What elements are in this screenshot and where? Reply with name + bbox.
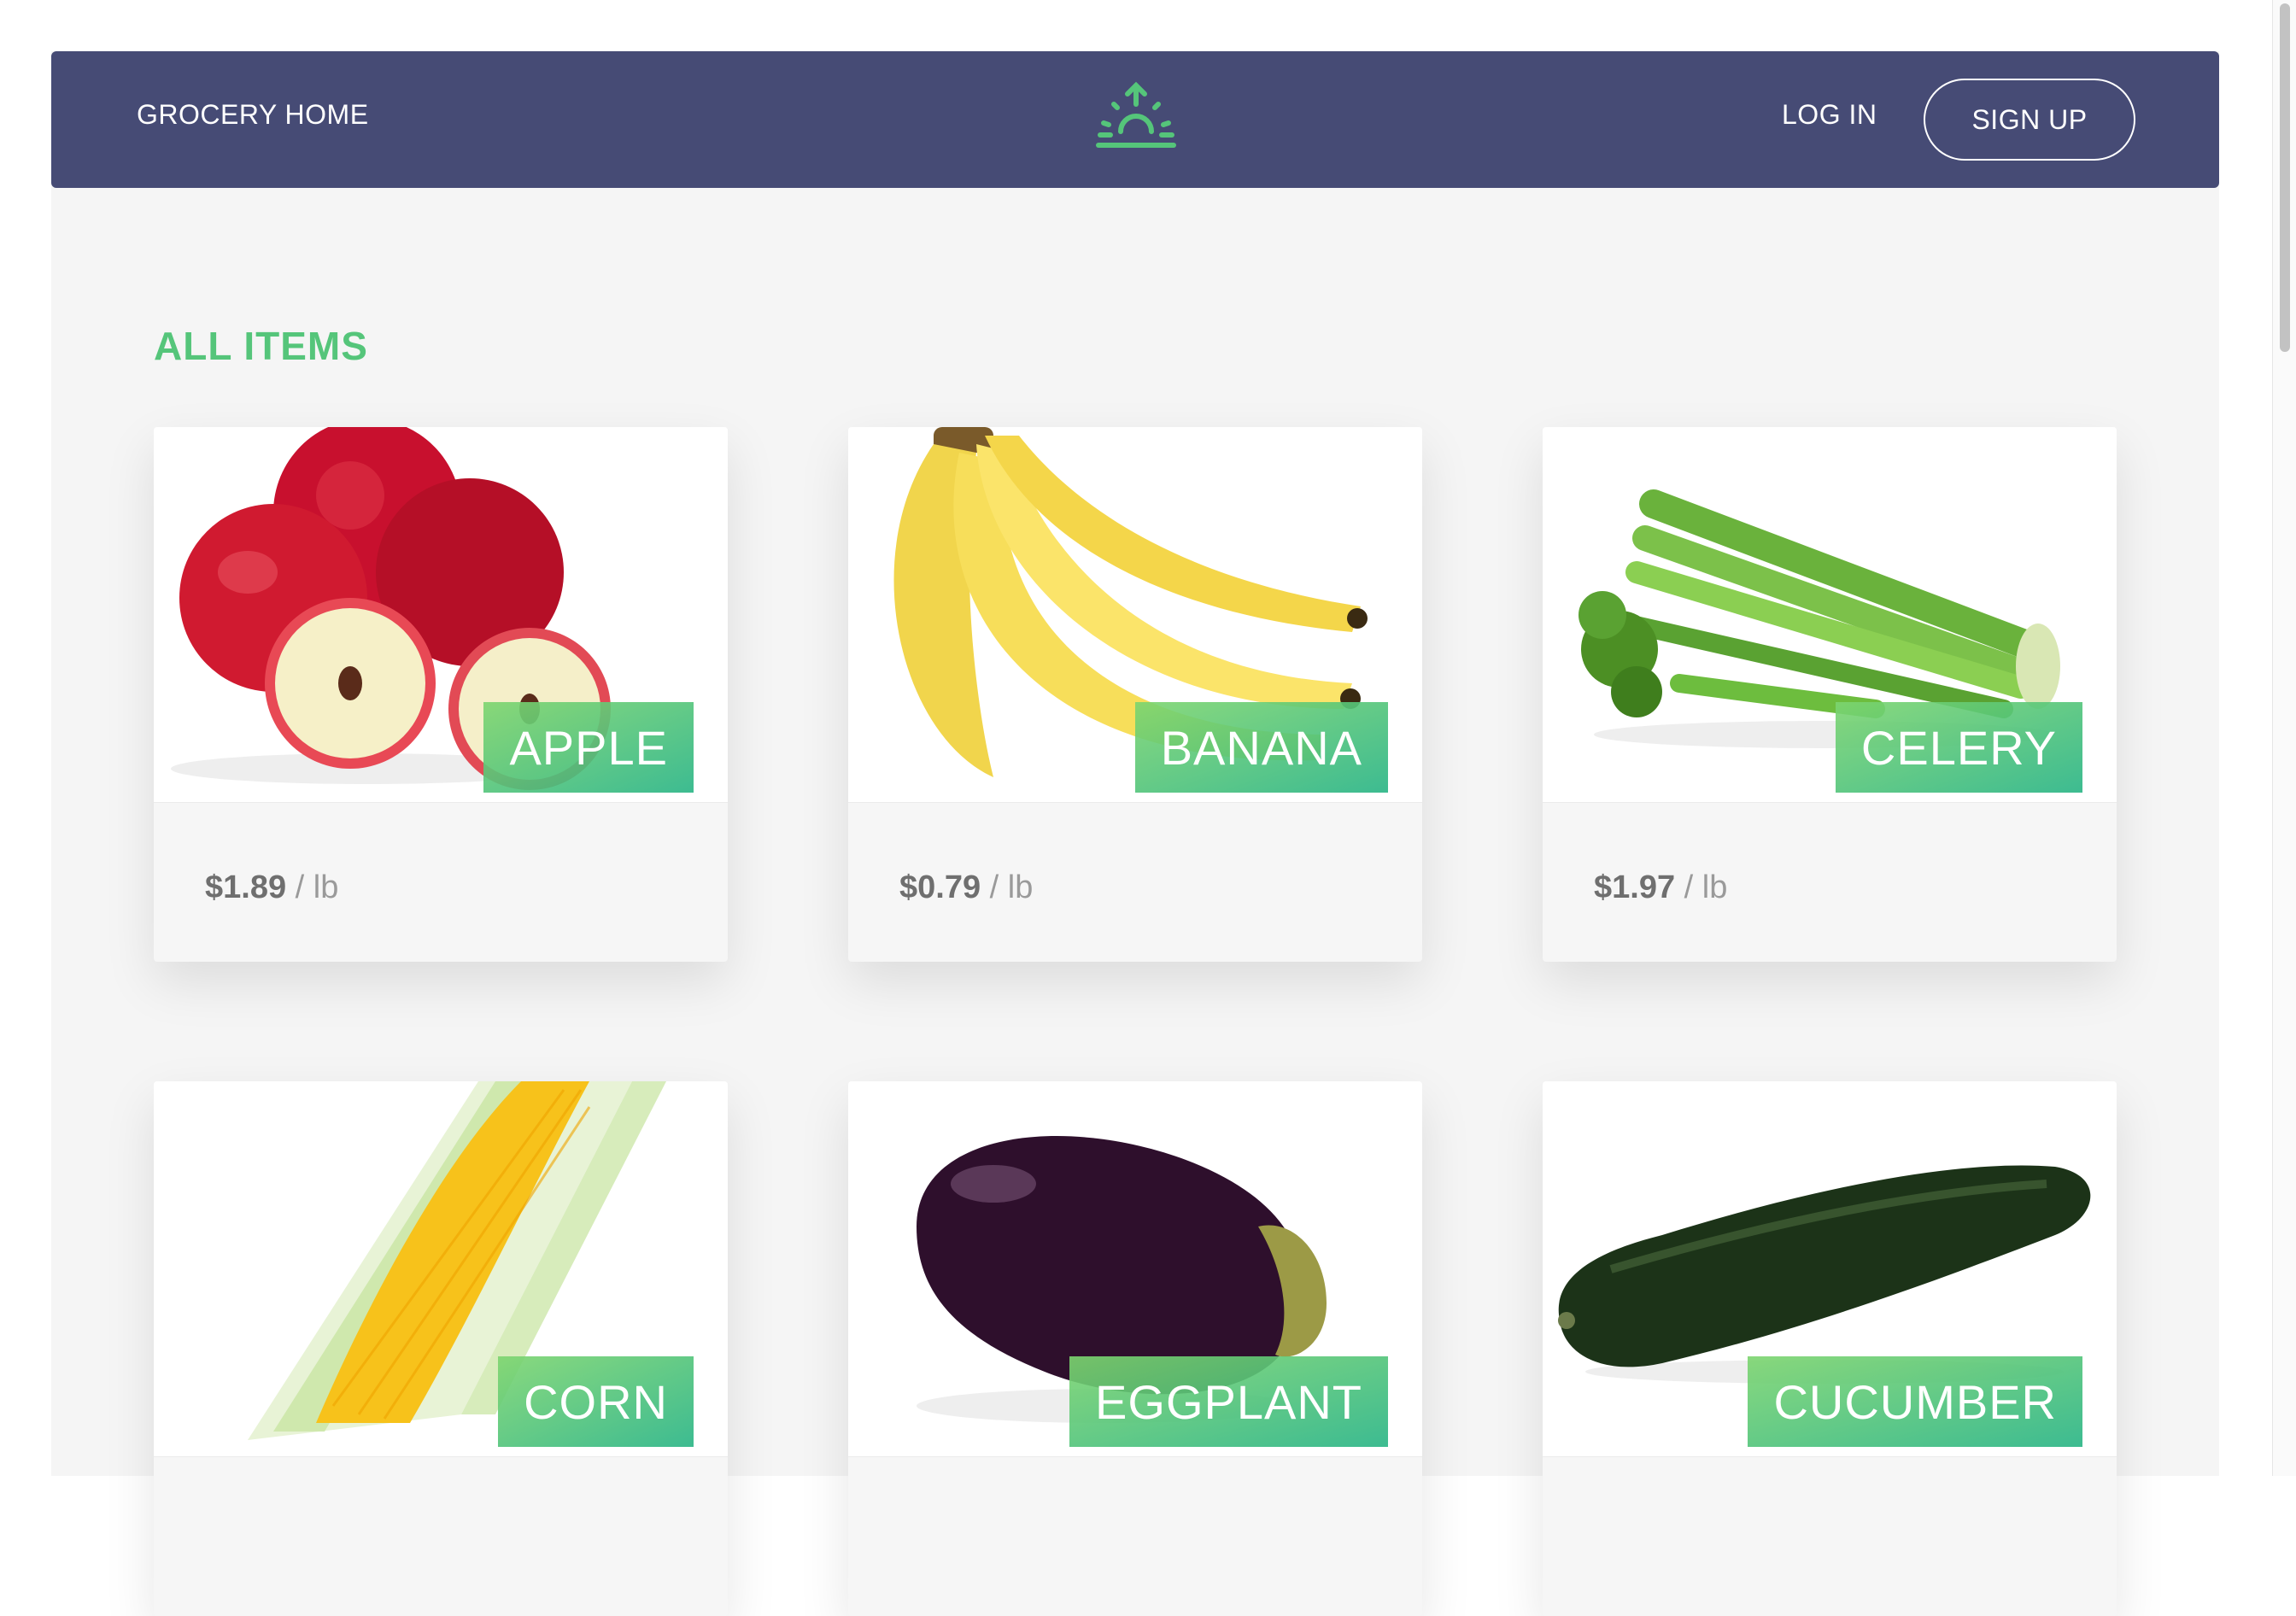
item-name-label: EGGPLANT bbox=[1069, 1356, 1388, 1447]
sunrise-logo-icon[interactable] bbox=[1095, 79, 1177, 154]
product-card-apple[interactable]: APPLE $1.89 / lb bbox=[154, 427, 728, 962]
page-scrollbar[interactable] bbox=[2272, 0, 2296, 1476]
item-name-label: CELERY bbox=[1835, 702, 2082, 793]
app-container: GROCERY HOME LOG IN SIGN UP ALL ITEMS AP… bbox=[51, 51, 2219, 1616]
signup-button[interactable]: SIGN UP bbox=[1924, 79, 2135, 161]
item-name-label: BANANA bbox=[1134, 702, 1388, 793]
navbar: GROCERY HOME LOG IN SIGN UP bbox=[51, 51, 2219, 188]
price-unit: / lb bbox=[295, 869, 339, 905]
grocery-home-link[interactable]: GROCERY HOME bbox=[137, 99, 369, 131]
scrollbar-thumb[interactable] bbox=[2280, 3, 2290, 352]
item-price: $0.79 / lb bbox=[899, 869, 1033, 906]
product-card-corn[interactable]: CORN bbox=[154, 1081, 728, 1616]
product-card-celery[interactable]: CELERY $1.97 / lb bbox=[1543, 427, 2117, 962]
item-price: $1.97 / lb bbox=[1594, 869, 1727, 906]
item-name-label: CUCUMBER bbox=[1748, 1356, 2082, 1447]
price-unit: / lb bbox=[989, 869, 1034, 905]
login-link[interactable]: LOG IN bbox=[1782, 99, 1877, 131]
item-name-label: APPLE bbox=[483, 702, 694, 793]
product-card-banana[interactable]: BANANA $0.79 / lb bbox=[848, 427, 1422, 962]
item-name-label: CORN bbox=[498, 1356, 694, 1447]
product-card-eggplant[interactable]: EGGPLANT bbox=[848, 1081, 1422, 1616]
price-unit: / lb bbox=[1684, 869, 1728, 905]
product-card-cucumber[interactable]: CUCUMBER bbox=[1543, 1081, 2117, 1616]
price-amount: $1.97 bbox=[1594, 869, 1676, 905]
price-amount: $0.79 bbox=[899, 869, 981, 905]
section-title: ALL ITEMS bbox=[154, 324, 368, 368]
price-amount: $1.89 bbox=[205, 869, 287, 905]
item-price: $1.89 / lb bbox=[205, 869, 338, 906]
